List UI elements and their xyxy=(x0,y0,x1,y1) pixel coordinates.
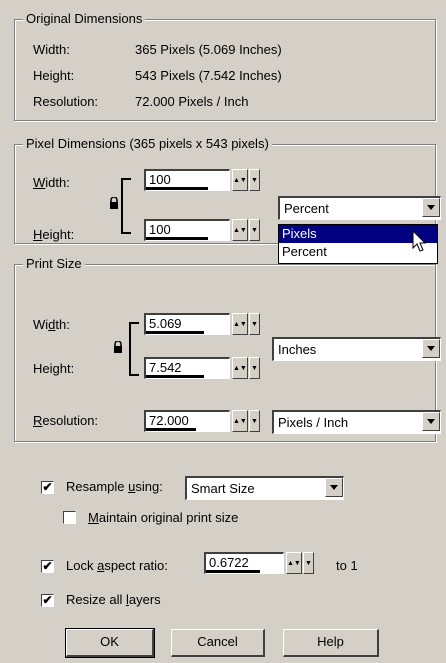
pixel-width-label: Width: xyxy=(33,175,70,190)
spin-dropdown-icon[interactable]: ▼ xyxy=(248,219,260,241)
original-width-value: 365 Pixels (5.069 Inches) xyxy=(135,42,282,57)
pixel-height-spinner[interactable]: ▲▼ ▼ xyxy=(232,219,260,241)
original-resolution-label: Resolution: xyxy=(33,94,99,109)
pixel-height-label: Height: xyxy=(33,227,75,242)
cancel-button[interactable]: Cancel xyxy=(171,629,265,657)
original-resolution-value: 72.000 Pixels / Inch xyxy=(135,94,249,109)
aspect-ratio-bar xyxy=(206,570,260,573)
print-height-input[interactable]: 7.542 xyxy=(144,357,230,379)
original-width-label: Width: xyxy=(33,42,70,57)
pixel-link-bracket xyxy=(121,178,131,234)
print-height-label: Height: xyxy=(33,361,75,376)
lock-aspect-label: Lock aspect ratio: xyxy=(66,558,168,573)
original-height-label: Height: xyxy=(33,68,75,83)
print-size-legend: Print Size xyxy=(23,256,85,271)
resolution-unit-value: Pixels / Inch xyxy=(278,415,349,430)
original-height-value: 543 Pixels (7.542 Inches) xyxy=(135,68,282,83)
resolution-spinner[interactable]: ▲▼ ▼ xyxy=(232,410,260,432)
pixel-unit-select[interactable]: Percent xyxy=(278,196,441,220)
chevron-down-icon[interactable] xyxy=(325,478,343,497)
print-width-bar xyxy=(146,331,204,334)
pixel-height-input[interactable]: 100 xyxy=(144,219,230,241)
resample-method-value: Smart Size xyxy=(191,481,255,496)
print-link-bracket xyxy=(129,322,139,376)
lock-icon xyxy=(114,341,122,353)
spin-updown-icon[interactable]: ▲▼ xyxy=(232,219,248,241)
maintain-print-size-label: Maintain original print size xyxy=(88,510,239,525)
pixel-dimensions-legend: Pixel Dimensions (365 pixels x 543 pixel… xyxy=(23,136,272,151)
spin-dropdown-icon[interactable]: ▼ xyxy=(302,552,314,574)
resize-layers-label: Resize all layers xyxy=(66,592,161,607)
lock-icon xyxy=(110,197,118,209)
resample-checkbox[interactable]: ✔ xyxy=(41,481,54,494)
pixel-height-bar xyxy=(146,237,208,240)
spin-dropdown-icon[interactable]: ▼ xyxy=(248,169,260,191)
original-dimensions-group: Original Dimensions Width: 365 Pixels (5… xyxy=(14,11,436,121)
aspect-ratio-spinner[interactable]: ▲▼ ▼ xyxy=(286,552,314,574)
print-height-bar xyxy=(146,375,204,378)
resolution-bar xyxy=(146,428,196,431)
aspect-ratio-value: 0.6722 xyxy=(209,555,249,570)
resample-method-select[interactable]: Smart Size xyxy=(185,476,344,500)
help-button[interactable]: Help xyxy=(283,629,379,657)
resize-layers-checkbox[interactable]: ✔ xyxy=(41,594,54,607)
resolution-value: 72.000 xyxy=(149,413,189,428)
resolution-unit-select[interactable]: Pixels / Inch xyxy=(272,410,441,434)
spin-dropdown-icon[interactable]: ▼ xyxy=(248,313,260,335)
spin-updown-icon[interactable]: ▲▼ xyxy=(286,552,302,574)
print-size-unit-value: Inches xyxy=(278,342,317,357)
print-height-spinner[interactable]: ▲▼ ▼ xyxy=(232,357,260,379)
pixel-height-value: 100 xyxy=(149,222,171,237)
spin-updown-icon[interactable]: ▲▼ xyxy=(232,169,248,191)
pixel-width-spinner[interactable]: ▲▼ ▼ xyxy=(232,169,260,191)
aspect-ratio-suffix: to 1 xyxy=(336,558,358,573)
print-height-value: 7.542 xyxy=(149,360,182,375)
resample-label: Resample using: xyxy=(66,479,163,494)
spin-updown-icon[interactable]: ▲▼ xyxy=(232,410,248,432)
print-size-unit-select[interactable]: Inches xyxy=(272,337,441,361)
ok-button[interactable]: OK xyxy=(65,628,155,658)
original-dimensions-legend: Original Dimensions xyxy=(23,11,146,26)
lock-aspect-checkbox[interactable]: ✔ xyxy=(41,560,54,573)
mouse-cursor-icon xyxy=(412,230,427,252)
print-width-label: Width: xyxy=(33,317,70,332)
pixel-width-bar xyxy=(146,187,208,190)
spin-updown-icon[interactable]: ▲▼ xyxy=(232,313,248,335)
print-width-value: 5.069 xyxy=(149,316,182,331)
print-resolution-label: Resolution: xyxy=(33,413,99,428)
maintain-print-size-checkbox[interactable] xyxy=(63,511,76,524)
print-width-input[interactable]: 5.069 xyxy=(144,313,230,335)
print-width-spinner[interactable]: ▲▼ ▼ xyxy=(232,313,260,335)
chevron-down-icon[interactable] xyxy=(422,412,440,431)
pixel-unit-value: Percent xyxy=(284,201,329,216)
spin-dropdown-icon[interactable]: ▼ xyxy=(248,357,260,379)
chevron-down-icon[interactable] xyxy=(422,339,440,358)
spin-updown-icon[interactable]: ▲▼ xyxy=(232,357,248,379)
spin-dropdown-icon[interactable]: ▼ xyxy=(248,410,260,432)
pixel-width-input[interactable]: 100 xyxy=(144,169,230,191)
aspect-ratio-input[interactable]: 0.6722 xyxy=(204,552,284,574)
chevron-down-icon[interactable] xyxy=(422,198,440,217)
resolution-input[interactable]: 72.000 xyxy=(144,410,230,432)
pixel-width-value: 100 xyxy=(149,172,171,187)
